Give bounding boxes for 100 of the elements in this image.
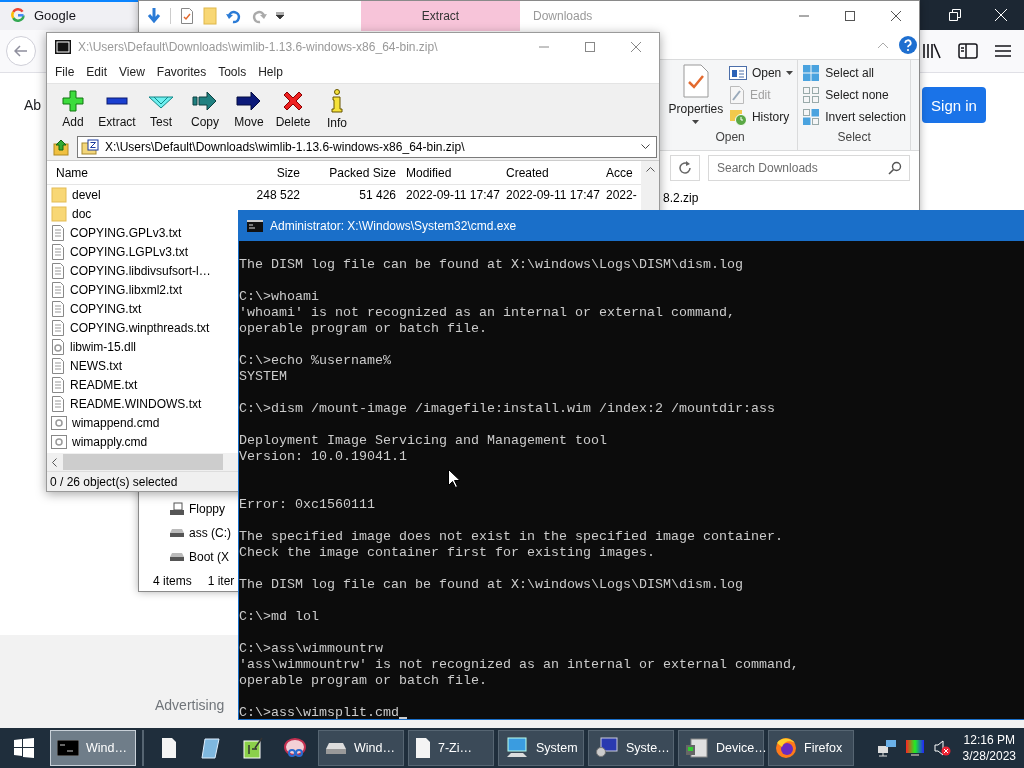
menu-icon[interactable]	[994, 43, 1012, 59]
refresh-icon	[678, 161, 692, 175]
file-row[interactable]: libwim-15.dll	[51, 338, 215, 355]
taskbar-button[interactable]: Device…	[678, 730, 764, 766]
menu-item[interactable]: Tools	[212, 65, 253, 79]
drive-icon	[169, 528, 185, 538]
console-line: The DISM log file can be found at X:\windows\Logs\DISM\dism.log	[239, 577, 743, 593]
taskbar-button[interactable]: 7-Zi…	[408, 730, 494, 766]
file-name[interactable]: 8.2.zip	[663, 191, 699, 205]
arrow-icon	[236, 89, 262, 112]
checked-page-icon	[180, 8, 194, 24]
ribbon-button[interactable]: Select none	[802, 84, 906, 106]
console-line: Deployment Image Servicing and Management tool	[239, 433, 607, 449]
link[interactable]: Ab	[24, 97, 42, 113]
toolbar-button[interactable]: Move	[227, 84, 271, 134]
properties-button[interactable]: Properties	[666, 62, 725, 130]
library-icon[interactable]	[922, 42, 942, 60]
file-row[interactable]: README.WINDOWS.txt	[51, 395, 215, 412]
taskbar-button[interactable]: Syste…	[588, 730, 674, 766]
menu-item[interactable]: Help	[252, 65, 289, 79]
browser-tab[interactable]: Google	[0, 0, 138, 30]
refresh-button[interactable]	[670, 155, 700, 181]
file-row[interactable]: COPYING.LGPLv3.txt	[51, 243, 215, 260]
file-row[interactable]: COPYING.winpthreads.txt	[51, 319, 215, 336]
sign-in-button[interactable]: Sign in	[922, 87, 986, 123]
toolbar-button[interactable]: Add	[51, 84, 95, 134]
column-header[interactable]: Packed Size	[305, 165, 401, 180]
file-row[interactable]: README.txt	[51, 376, 215, 393]
partial-grid-icon	[802, 108, 821, 126]
ribbon-button[interactable]: History	[728, 106, 794, 128]
back-arrow-icon	[14, 45, 28, 57]
console-line: Version: 10.0.19041.1	[239, 449, 407, 465]
document-icon	[51, 319, 65, 336]
console-line: The specified image does not exist in the specified image container.	[239, 529, 783, 545]
scissors-icon	[283, 737, 307, 759]
folder-up-icon[interactable]	[53, 138, 69, 156]
toolbar-button[interactable]: Delete	[271, 84, 315, 134]
document-icon	[51, 300, 65, 317]
console-line: operable program or batch file.	[239, 673, 487, 689]
column-header[interactable]: Size	[215, 165, 305, 180]
file-row[interactable]: doc	[51, 205, 215, 222]
console-icon	[57, 740, 79, 756]
volume-button[interactable]	[932, 739, 951, 757]
chevron-down-icon[interactable]	[641, 144, 650, 150]
contextual-tab[interactable]: Extract	[361, 1, 520, 31]
download-icon[interactable]	[147, 8, 161, 24]
file-row[interactable]: NEWS.txt	[51, 357, 215, 374]
console-line: C:\>ass\wimmountrw	[239, 641, 383, 657]
file-row[interactable]: wimapply.cmd	[51, 434, 215, 449]
search-field[interactable]: Search Downloads	[708, 155, 910, 181]
scrollbar[interactable]	[641, 161, 659, 211]
nav-item[interactable]: ass (C:)	[169, 521, 231, 545]
toolbar-button[interactable]: Copy	[183, 84, 227, 134]
menu-item[interactable]: File	[49, 65, 81, 79]
undo-icon[interactable]	[226, 8, 242, 24]
file-row[interactable]: COPYING.libxml2.txt	[51, 281, 215, 298]
color-display-icon[interactable]	[904, 739, 925, 757]
file-row[interactable]: COPYING.GPLv3.txt	[51, 224, 215, 241]
column-header[interactable]: Name	[51, 165, 215, 180]
file-row[interactable]: COPYING.txt	[51, 300, 215, 317]
taskbar-button[interactable]: System	[498, 730, 584, 766]
address-field[interactable]: X:\Users\Default\Downloads\wimlib-1.13.6-windows-x86_64-bin.zip\	[77, 136, 657, 158]
pencil-document-icon	[728, 86, 745, 104]
taskbar-button[interactable]: Firefox	[768, 730, 854, 766]
gear-document-icon	[51, 338, 65, 355]
nav-item[interactable]: Boot (X	[169, 545, 230, 569]
help-icon[interactable]	[899, 36, 917, 54]
column-header[interactable]: Acce	[601, 165, 637, 180]
network-icon[interactable]	[876, 739, 897, 757]
ribbon-button[interactable]: Open	[728, 62, 794, 84]
ribbon-button[interactable]: Select all	[802, 62, 906, 84]
menu-item[interactable]: View	[113, 65, 151, 79]
ribbon-button[interactable]: Invert selection	[802, 106, 906, 128]
scroll-left-icon	[51, 457, 57, 467]
taskbar-button[interactable]: Wind…	[318, 730, 404, 766]
file-row[interactable]: wimappend.cmd	[51, 415, 215, 430]
taskbar-button[interactable]: Wind…	[50, 730, 136, 766]
clock[interactable]: 12:16 PM 3/28/2023	[958, 732, 1016, 764]
toolbar-button[interactable]: Test	[139, 84, 183, 134]
nav-item[interactable]: Floppy	[169, 497, 226, 521]
document-icon	[51, 281, 65, 298]
sidebar-icon[interactable]	[958, 42, 978, 60]
footer-link[interactable]: Advertising	[155, 697, 225, 713]
dropdown-icon[interactable]	[276, 12, 284, 20]
window-icon	[728, 66, 747, 80]
column-header[interactable]: Created	[501, 165, 601, 180]
window-title: Administrator: X:\Windows\System32\cmd.exe	[270, 219, 517, 233]
file-row[interactable]: devel	[51, 186, 215, 203]
toolbar-button[interactable]: Extract	[95, 84, 139, 134]
folder-icon	[51, 205, 67, 222]
menu-item[interactable]: Edit	[80, 65, 114, 79]
close-icon	[995, 9, 1007, 21]
console-icon	[247, 220, 263, 232]
file-row[interactable]: COPYING.libdivsufsort-l…	[51, 262, 215, 279]
window-title: X:\Users\Default\Downloads\wimlib-1.13.6-windows-x86_64-bin.zip\	[78, 40, 438, 54]
toolbar-button[interactable]: Info	[315, 84, 359, 134]
table-cell: 248 522	[256, 187, 300, 202]
menu-item[interactable]: Favorites	[150, 65, 213, 79]
scroll-up-icon	[645, 166, 655, 172]
column-header[interactable]: Modified	[401, 165, 501, 180]
